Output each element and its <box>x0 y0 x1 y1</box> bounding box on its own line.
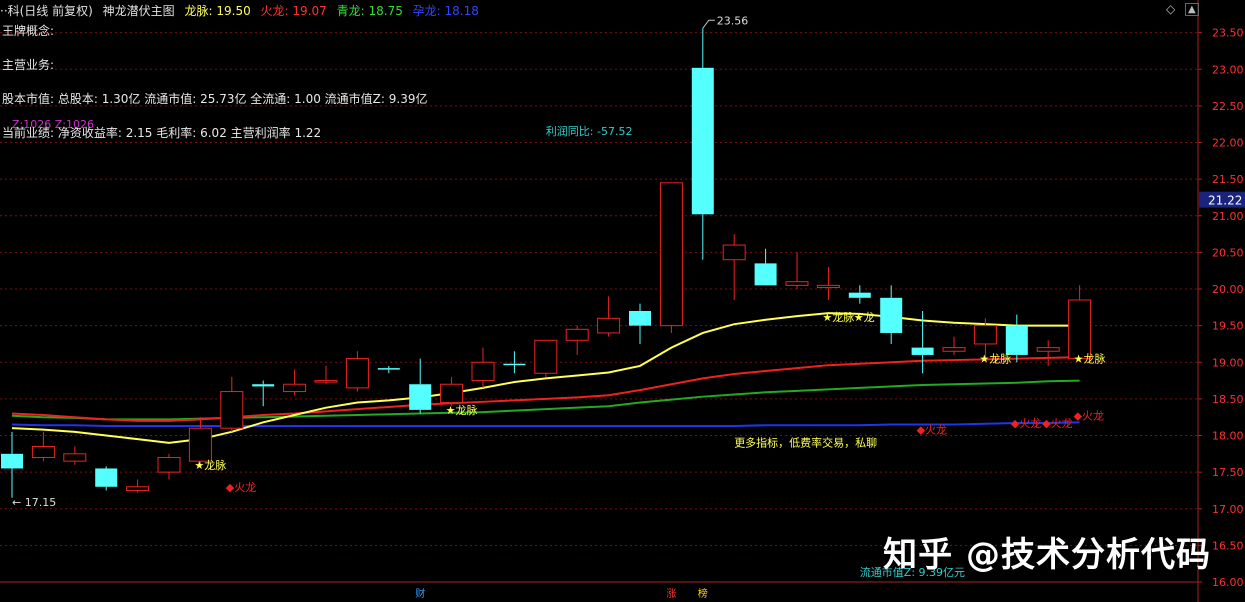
candle-body <box>1 453 23 469</box>
candle-body <box>471 361 495 382</box>
candle-body <box>848 292 871 298</box>
candle-body <box>440 383 464 404</box>
candle-body <box>377 368 400 370</box>
candle-body <box>1068 299 1092 360</box>
y-tick-label: 23.00 <box>1212 63 1244 76</box>
candle-body <box>629 310 651 326</box>
candle-body <box>188 427 212 462</box>
signal-marker: ★龙 <box>854 311 875 324</box>
signal-marker: ◆火龙 <box>226 481 256 494</box>
candle-body <box>63 453 87 462</box>
y-tick-label: 20.50 <box>1212 246 1244 259</box>
y-tick-label: 21.00 <box>1212 210 1244 223</box>
candle-body <box>31 445 55 458</box>
chart-annotation: 23.56 <box>717 14 749 27</box>
legend-longmai: 龙脉: 19.50 <box>184 4 251 18</box>
bottom-label: 财 <box>415 587 425 600</box>
chart-header: ··科(日线 前复权) 神龙潜伏主图 龙脉: 19.50 火龙: 19.07 青… <box>0 2 485 18</box>
chart-annotation: 更多指标，低费率交易，私聊 <box>734 435 877 449</box>
candle-body <box>534 339 558 374</box>
candle-body <box>1036 347 1060 352</box>
signal-marker: ★龙脉 <box>194 458 226 472</box>
indicator-name[interactable]: 神龙潜伏主图 <box>103 4 175 18</box>
diamond-icon[interactable]: ◇ <box>1166 2 1175 16</box>
candle-body <box>126 486 150 491</box>
signal-marker: ★龙脉 <box>822 310 854 324</box>
signal-marker: ◆火龙 <box>1042 417 1072 430</box>
candle-body <box>597 317 621 334</box>
info-business: 主营业务: <box>2 58 55 72</box>
watermark: 知乎 @技术分析代码 <box>883 535 1211 575</box>
candle-body <box>565 328 589 341</box>
candle-body <box>816 284 840 289</box>
high-pointer <box>702 19 715 29</box>
y-tick-label: 20.00 <box>1212 283 1244 296</box>
candle-body <box>754 263 777 286</box>
candle-body <box>345 358 369 389</box>
bottom-label: 榜 <box>698 587 708 600</box>
y-tick-label: 18.50 <box>1212 393 1244 406</box>
legend-yunlong: 孕龙: 18.18 <box>412 4 479 18</box>
candle-body <box>157 456 181 473</box>
candle-body <box>785 281 809 286</box>
signal-marker: ◆火龙 <box>1011 417 1041 430</box>
series-line <box>11 379 1080 421</box>
signal-marker: ◆火龙 <box>917 424 947 437</box>
signal-marker: ★龙脉 <box>979 352 1011 366</box>
info-capital: 股本市值: 总股本: 1.30亿 流通市值: 25.73亿 全流通: 1.00 … <box>2 92 428 106</box>
candle-body <box>691 67 714 215</box>
stock-title[interactable]: ··科(日线 前复权) <box>0 4 93 18</box>
y-tick-label: 16.50 <box>1212 539 1244 552</box>
candle-body <box>1005 325 1028 355</box>
y-tick-label: 23.50 <box>1212 27 1244 40</box>
y-tick-label: 21.50 <box>1212 173 1244 186</box>
info-performance: 当前业绩: 净资收益率: 2.15 毛利率: 6.02 主营利润率 1.22 <box>2 126 322 140</box>
price-label: 21.22 <box>1208 194 1242 208</box>
candle-body <box>659 182 683 327</box>
signal-marker: ◆火龙 <box>1074 410 1104 423</box>
chart-annotation: 利润同比: -57.52 <box>546 124 633 138</box>
candle-body <box>314 380 338 383</box>
y-tick-label: 18.00 <box>1212 430 1244 443</box>
y-tick-label: 17.00 <box>1212 503 1244 516</box>
candle-body <box>283 383 307 393</box>
bottom-label: 涨 <box>666 588 676 600</box>
y-tick-label: 16.00 <box>1212 576 1244 589</box>
candle-body <box>95 468 118 487</box>
chart-annotation: ← 17.15 <box>12 496 56 509</box>
candle-body <box>880 297 903 333</box>
legend-huolong: 火龙: 19.07 <box>260 4 327 18</box>
candle-body <box>409 384 432 410</box>
y-tick-label: 19.50 <box>1212 320 1244 333</box>
candle-body <box>911 347 934 355</box>
candle-body <box>220 391 244 429</box>
candle-body <box>942 347 966 352</box>
candle-body <box>252 384 275 387</box>
y-tick-label: 22.50 <box>1212 100 1244 113</box>
scroll-up-icon[interactable]: ▲ <box>1185 3 1199 16</box>
candle-body <box>973 325 997 345</box>
signal-marker: ★龙脉 <box>446 403 478 417</box>
y-tick-label: 22.00 <box>1212 137 1244 150</box>
candle-body <box>503 363 526 366</box>
info-concept: 王牌概念: <box>2 24 55 38</box>
candle-body <box>722 244 746 261</box>
y-tick-label: 17.50 <box>1212 466 1244 479</box>
legend-qinglong: 青龙: 18.75 <box>336 4 403 18</box>
y-tick-label: 19.00 <box>1212 356 1244 369</box>
signal-marker: ★龙脉 <box>1074 352 1106 366</box>
